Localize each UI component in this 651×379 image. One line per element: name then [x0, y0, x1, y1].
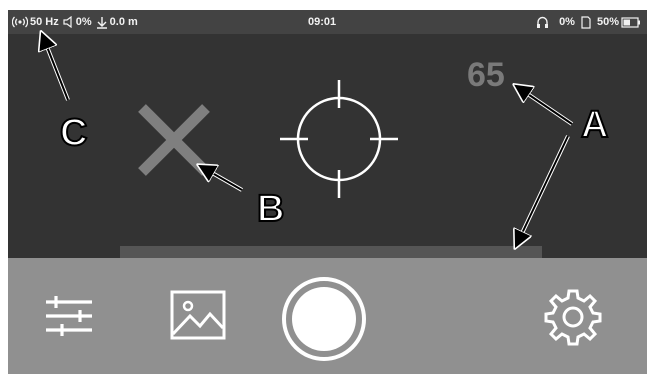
- frequency-text: 50 Hz: [30, 16, 59, 28]
- wifi-signal-icon: [12, 16, 28, 28]
- volume-text: 0%: [75, 16, 92, 28]
- speaker-icon: [63, 16, 72, 28]
- x-marker-icon: [138, 104, 210, 176]
- volume-status: 0%: [63, 16, 92, 28]
- callout-label-a: A: [580, 103, 609, 147]
- battery-icon: [621, 16, 640, 28]
- battery-status: 50%: [597, 16, 641, 28]
- range-readout: 65: [467, 56, 505, 94]
- crosshair-reticle-icon: [280, 80, 398, 198]
- clock-time: 09:01: [308, 16, 337, 28]
- status-bar: 50 Hz 0% 0.0 m 09:01 0% 50%: [8, 10, 647, 34]
- image-gallery-icon[interactable]: [168, 288, 228, 342]
- distance-down-arrow-icon: [96, 16, 107, 29]
- headphone-icon: [537, 16, 549, 28]
- gear-icon[interactable]: [544, 288, 602, 346]
- callout-label-b: B: [256, 187, 285, 231]
- wifi-status: 50 Hz: [12, 16, 59, 28]
- distance-status: 0.0 m: [96, 16, 138, 29]
- battery-text: 50%: [596, 16, 619, 28]
- record-button-center: [292, 287, 356, 351]
- sd-card-icon: [581, 15, 591, 29]
- sliders-icon[interactable]: [44, 294, 94, 338]
- headphone-volume-text: 0%: [559, 16, 575, 28]
- record-button-icon[interactable]: [282, 277, 366, 361]
- distance-bar: [120, 246, 542, 258]
- callout-label-c: C: [59, 111, 88, 155]
- distance-text: 0.0 m: [109, 16, 138, 28]
- headphone-status: 0%: [536, 16, 575, 28]
